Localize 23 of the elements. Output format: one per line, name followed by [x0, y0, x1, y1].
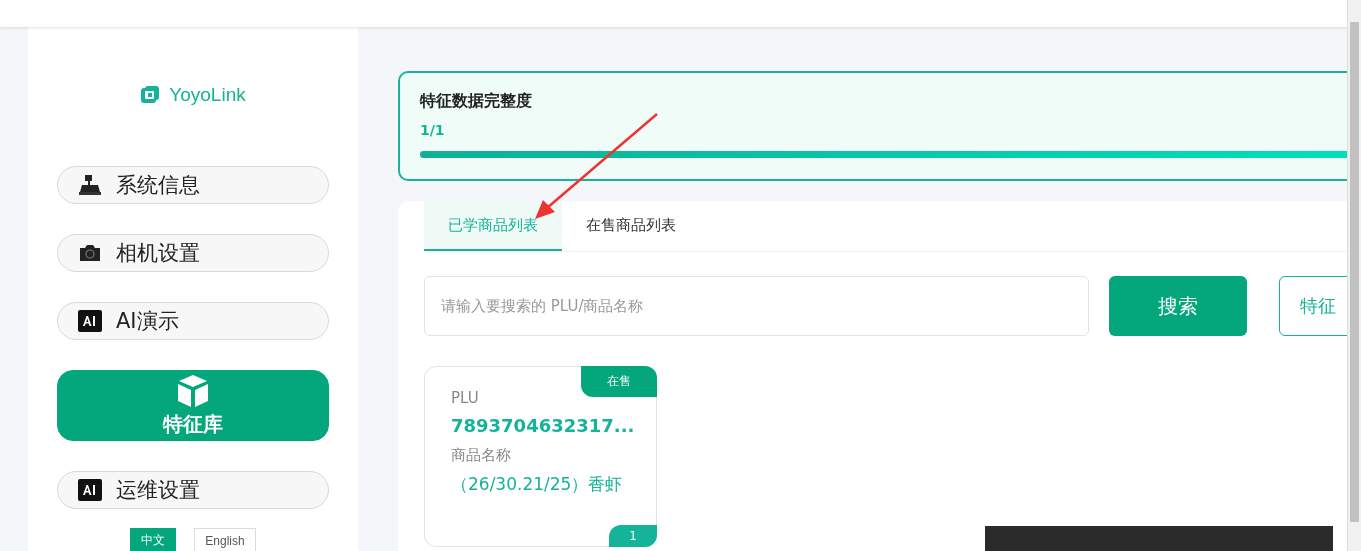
scrollbar[interactable]: [1347, 0, 1361, 551]
completeness-title: 特征数据完整度: [420, 91, 533, 112]
cube-icon: [175, 373, 211, 409]
language-button[interactable]: English: [194, 528, 256, 551]
tab[interactable]: 在售商品列表: [562, 201, 700, 251]
count-badge: 1: [609, 525, 657, 547]
product-name: （26/30.21/25）香虾: [451, 473, 624, 496]
logo-icon: [140, 85, 161, 105]
nav-item[interactable]: 相机设置: [57, 234, 329, 272]
search-field[interactable]: 请输入要搜索的 PLU/商品名称: [424, 276, 1090, 336]
nav-item[interactable]: AI演示: [57, 302, 329, 340]
completeness-reading: 1/1: [420, 122, 446, 138]
camera-icon: [78, 243, 102, 263]
plu-label: PLU: [451, 389, 480, 407]
nav-item[interactable]: 系统信息: [57, 166, 329, 204]
cash-register-icon: [78, 174, 102, 196]
status-badge: 在售: [581, 366, 657, 397]
product-card[interactable]: 在售 PLU 7893704632317... 商品名称 （26/30.21/25）香虾 1: [424, 366, 657, 547]
name-label: 商品名称: [451, 446, 512, 465]
nav-item[interactable]: 运维设置: [57, 471, 329, 509]
logo-text: YoyoLink: [169, 84, 246, 106]
ai-icon: [78, 479, 102, 501]
ai-icon: [78, 310, 102, 332]
